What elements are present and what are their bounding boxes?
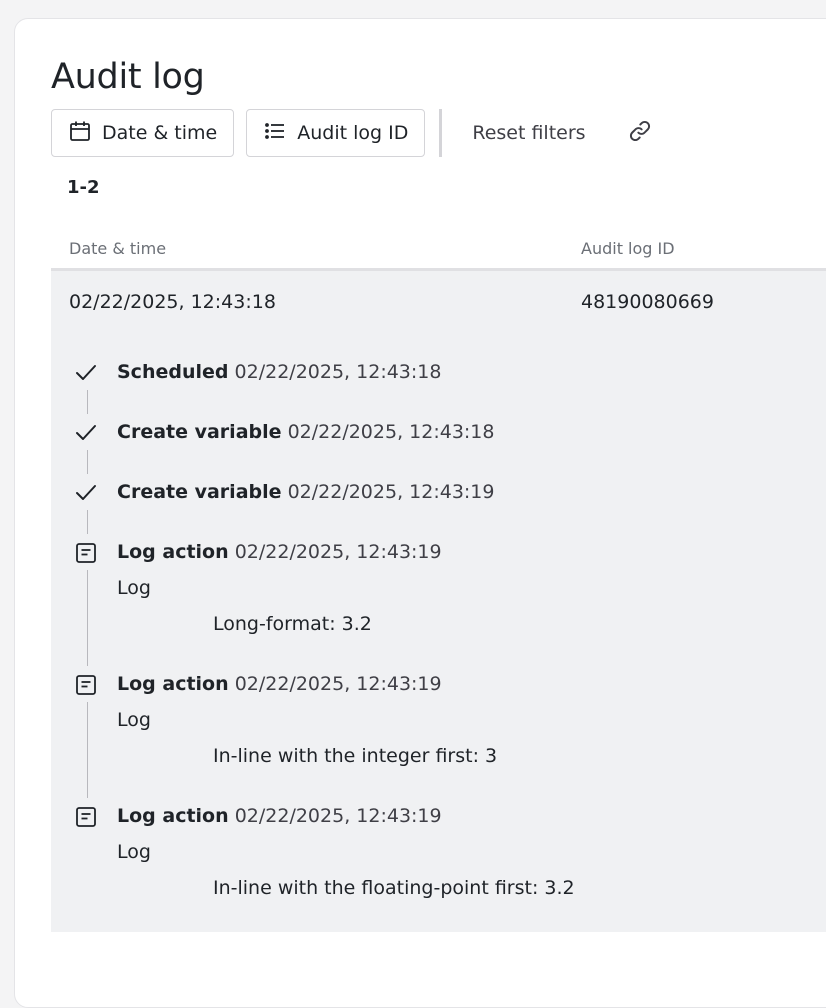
result-range: 1-2 (67, 177, 100, 198)
reset-filters-button[interactable]: Reset filters (460, 109, 597, 157)
log-detail: In-line with the floating-point first: 3… (213, 877, 575, 899)
audit-log-panel: Audit log Date & time Audit log ID Reset… (14, 18, 826, 1008)
timeline-connector (87, 450, 88, 474)
timeline-event: Log action 02/22/2025, 12:43:19 Log In-l… (51, 666, 826, 774)
row-date-time: 02/22/2025, 12:43:18 (69, 291, 276, 313)
column-header-audit-log-id[interactable]: Audit log ID (581, 239, 675, 258)
timeline-connector (87, 390, 88, 414)
log-icon (73, 672, 99, 698)
check-icon (73, 360, 99, 386)
log-title: Log (117, 577, 151, 599)
copy-link-button[interactable] (618, 109, 662, 157)
calendar-icon (68, 119, 102, 148)
event-time: 02/22/2025, 12:43:19 (234, 541, 442, 563)
check-icon (73, 480, 99, 506)
filter-toolbar: Date & time Audit log ID Reset filters (51, 109, 662, 157)
event-name: Log action (117, 805, 229, 827)
event-time: 02/22/2025, 12:43:18 (234, 361, 442, 383)
timeline-event: Create variable 02/22/2025, 12:43:19 (51, 474, 826, 510)
toolbar-divider (439, 109, 443, 157)
timeline-event: Log action 02/22/2025, 12:43:19 Log In-l… (51, 798, 826, 906)
date-time-filter-label: Date & time (102, 122, 218, 144)
event-name: Log action (117, 541, 229, 563)
event-name: Create variable (117, 421, 282, 443)
timeline-event: Create variable 02/22/2025, 12:43:18 (51, 414, 826, 450)
event-name: Log action (117, 673, 229, 695)
log-detail: Long-format: 3.2 (213, 613, 372, 635)
row-audit-log-id: 48190080669 (581, 291, 714, 313)
list-icon (263, 119, 297, 148)
log-title: Log (117, 709, 151, 731)
audit-log-id-filter-button[interactable]: Audit log ID (246, 109, 426, 157)
timeline-event: Log action 02/22/2025, 12:43:19 Log Long… (51, 534, 826, 642)
event-time: 02/22/2025, 12:43:19 (287, 481, 495, 503)
event-name: Scheduled (117, 361, 229, 383)
audit-log-id-filter-label: Audit log ID (297, 122, 409, 144)
check-icon (73, 420, 99, 446)
log-icon (73, 804, 99, 830)
timeline-event: Scheduled 02/22/2025, 12:43:18 (51, 354, 826, 390)
page-title: Audit log (51, 57, 205, 97)
timeline-connector (87, 510, 88, 534)
event-time: 02/22/2025, 12:43:18 (287, 421, 495, 443)
log-detail: In-line with the integer first: 3 (213, 745, 498, 767)
column-header-date-time[interactable]: Date & time (69, 239, 166, 258)
event-timeline: Scheduled 02/22/2025, 12:43:18 Create va… (51, 354, 826, 906)
event-time: 02/22/2025, 12:43:19 (234, 673, 442, 695)
log-icon (73, 540, 99, 566)
log-title: Log (117, 841, 151, 863)
table-row[interactable]: 02/22/2025, 12:43:18 48190080669 Schedul… (51, 271, 826, 932)
event-time: 02/22/2025, 12:43:19 (234, 805, 442, 827)
link-icon (627, 118, 653, 148)
event-name: Create variable (117, 481, 282, 503)
date-time-filter-button[interactable]: Date & time (51, 109, 235, 157)
table-header: Date & time Audit log ID (51, 231, 826, 271)
